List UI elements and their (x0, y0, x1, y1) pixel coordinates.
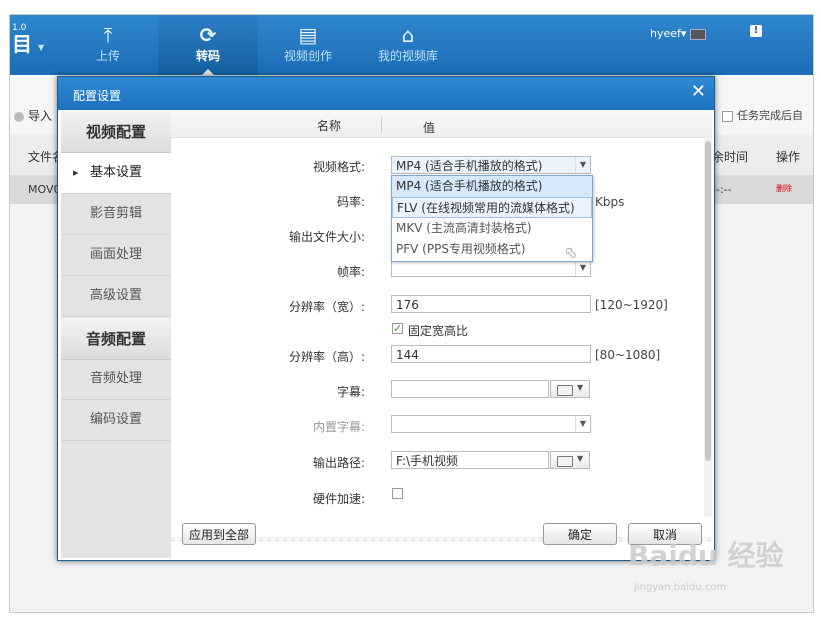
width-input[interactable]: 176 (391, 295, 591, 313)
filesize-label: 输出文件大小: (288, 230, 365, 244)
format-label: 视频格式: (312, 160, 365, 174)
format-option-flv[interactable]: FLV (在线视频常用的流媒体格式) (392, 197, 592, 218)
after-done-checkbox[interactable] (722, 110, 733, 122)
height-label: 分辨率（高）: (288, 350, 365, 364)
embedded-subtitle-label: 内置字幕: (312, 420, 365, 434)
ok-button[interactable]: 确定 (543, 523, 617, 545)
bitrate-label: 码率: (336, 195, 365, 209)
sidebar-header-audio: 音频配置 (61, 318, 171, 360)
sidebar-item-editing[interactable]: 影音剪辑 (61, 194, 171, 235)
chevron-down-icon[interactable]: ▼ (575, 260, 590, 276)
chevron-down-icon[interactable]: ▼ (575, 157, 590, 173)
column-value: 值 (423, 121, 436, 135)
height-input[interactable]: 144 (391, 345, 591, 363)
logo-dropdown-icon[interactable]: ▼ (38, 43, 44, 52)
width-label: 分辨率（宽）: (288, 300, 365, 314)
import-icon (14, 111, 24, 122)
column-name: 名称 (317, 119, 342, 133)
nav-video-creation[interactable]: ▤ 视频创作 (258, 15, 358, 75)
app-logo: 1.0 目 (12, 23, 32, 56)
format-select[interactable]: MP4 (适合手机播放的格式) ▼ (391, 156, 591, 174)
settings-sidebar: 视频配置 基本设置 影音剪辑 画面处理 高级设置 音频配置 音频处理 编码设置 (61, 111, 171, 558)
format-dropdown-list: MP4 (适合手机播放的格式) FLV (在线视频常用的流媒体格式) MKV (… (391, 175, 593, 262)
import-button[interactable]: 导入 (14, 107, 52, 124)
mouse-cursor-icon: ⬉ (565, 245, 577, 261)
subtitle-browse-button[interactable]: ▼ (550, 380, 590, 398)
delete-link[interactable]: 删除 (776, 183, 792, 194)
subtitle-input[interactable] (391, 380, 549, 398)
hw-accel-label: 硬件加速: (312, 492, 365, 506)
vertical-scrollbar[interactable] (704, 137, 712, 517)
nav-transcode[interactable]: ⟳ 转码 (158, 15, 258, 75)
output-browse-button[interactable]: ▼ (550, 451, 590, 469)
width-range: [120~1920] (595, 298, 668, 312)
nav-video-library[interactable]: ⌂ 我的视频库 (358, 15, 458, 75)
transcode-icon: ⟳ (199, 23, 217, 47)
top-nav-bar: 1.0 目 ▼ ⤒ 上传 ⟳ 转码 ▤ 视频创作 ⌂ 我的视频库 hyeef▾ ! (10, 15, 813, 75)
sidebar-item-encoding[interactable]: 编码设置 (61, 400, 171, 441)
watermark-url: jingyan.baidu.com (634, 582, 727, 593)
close-icon[interactable]: ✕ (691, 82, 706, 102)
format-option-mkv[interactable]: MKV (主流高清封装格式) (392, 218, 592, 239)
apply-all-button[interactable]: 应用到全部 (182, 523, 256, 545)
folder-icon (557, 456, 573, 467)
header-remaining: 余时间 (712, 150, 749, 164)
settings-panel: 名称 值 视频格式: MP4 (适合手机播放的格式) ▼ 码率: Kbps 输出… (171, 111, 712, 558)
dialog-titlebar: 配置设置 ✕ (58, 77, 714, 110)
sidebar-item-advanced[interactable]: 高级设置 (61, 276, 171, 317)
chevron-down-icon: ▼ (577, 454, 584, 463)
sidebar-item-audio-processing[interactable]: 音频处理 (61, 359, 171, 400)
avatar (689, 28, 706, 40)
folder-icon (557, 385, 573, 396)
chevron-down-icon[interactable]: ▼ (575, 416, 590, 432)
scrollbar-thumb[interactable] (705, 141, 711, 461)
column-divider (381, 117, 382, 133)
framerate-label: 帧率: (336, 265, 365, 279)
embedded-subtitle-select[interactable]: ▼ (391, 415, 591, 433)
upload-icon: ⤒ (103, 23, 113, 47)
bitrate-unit: Kbps (595, 195, 625, 209)
output-path-label: 输出路径: (312, 456, 365, 470)
user-menu[interactable]: hyeef▾ (650, 27, 706, 40)
baidu-watermark: Baidu 经验 (628, 539, 784, 572)
settings-dialog: 配置设置 ✕ 视频配置 基本设置 影音剪辑 画面处理 高级设置 音频配置 音频处… (57, 76, 715, 561)
after-done-option[interactable]: 任务完成后自 (722, 107, 803, 123)
home-icon: ⌂ (401, 23, 415, 47)
subtitle-label: 字幕: (336, 385, 365, 399)
chevron-down-icon: ▼ (577, 383, 584, 392)
keep-ratio-label: 固定宽高比 (408, 324, 469, 338)
sidebar-item-picture[interactable]: 画面处理 (61, 235, 171, 276)
output-path-input[interactable]: F:\手机视频 (391, 451, 549, 469)
height-range: [80~1080] (595, 348, 661, 362)
hw-accel-checkbox[interactable] (392, 488, 403, 499)
notice-icon[interactable]: ! (750, 25, 762, 37)
sidebar-item-basic[interactable]: 基本设置 (61, 153, 171, 194)
header-action: 操作 (776, 150, 801, 164)
nav-upload[interactable]: ⤒ 上传 (58, 15, 158, 75)
format-option-pfv[interactable]: PFV (PPS专用视频格式) (392, 239, 592, 260)
format-option-mp4[interactable]: MP4 (适合手机播放的格式) (392, 176, 592, 197)
column-header: 名称 值 (171, 111, 712, 138)
sidebar-header-video: 视频配置 (61, 111, 171, 153)
dialog-title: 配置设置 (73, 89, 122, 103)
film-icon: ▤ (298, 23, 318, 47)
keep-ratio-checkbox[interactable]: ✓ (392, 323, 403, 334)
